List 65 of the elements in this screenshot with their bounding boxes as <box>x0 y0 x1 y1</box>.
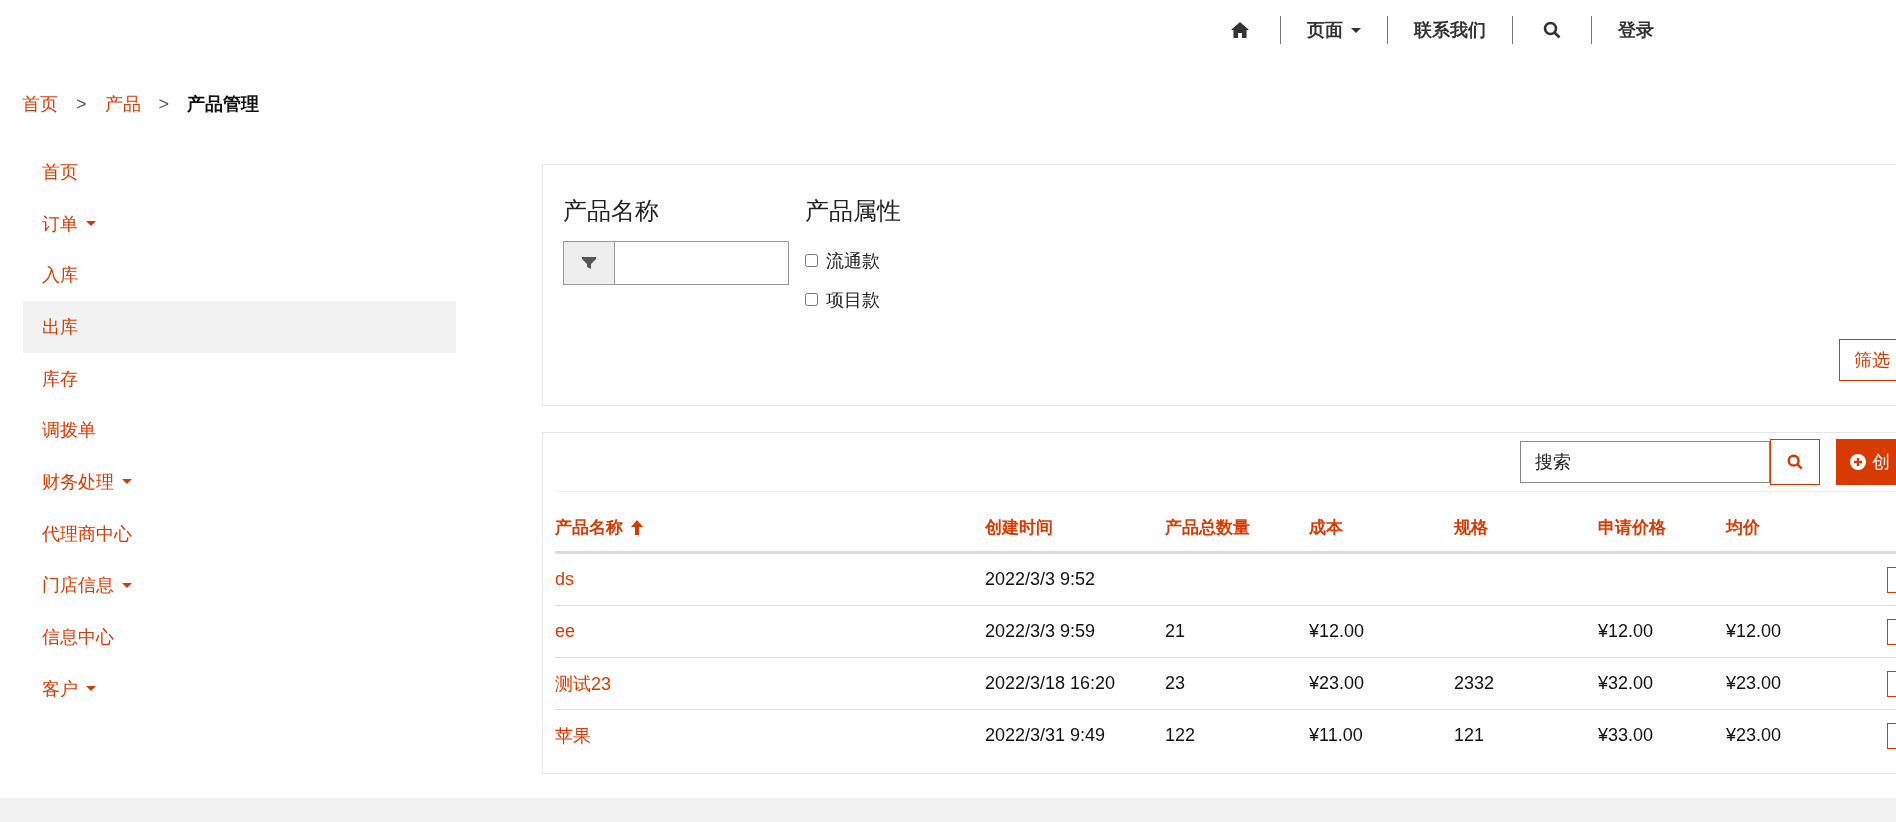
sidebar-item[interactable]: 首页 <box>23 146 456 198</box>
sidebar-item[interactable]: 出库 <box>23 301 456 353</box>
breadcrumb-separator: > <box>76 93 87 115</box>
quantity-cell-text: 122 <box>1165 725 1197 746</box>
home-icon[interactable] <box>1230 21 1250 39</box>
breadcrumb-separator: > <box>158 93 170 115</box>
product-name-link[interactable]: ee <box>555 621 985 642</box>
column-header[interactable]: 均价 <box>1726 516 1887 539</box>
column-header[interactable]: 产品名称 <box>555 516 985 539</box>
sidebar-item[interactable]: 库存 <box>23 352 456 405</box>
sidebar-item[interactable]: 门店信息 <box>23 559 456 612</box>
product-name-link[interactable]: 测试23 <box>555 671 985 696</box>
sidebar-item[interactable]: 入库 <box>23 249 456 302</box>
create-button[interactable]: 创 <box>1836 439 1896 485</box>
created-time-cell-text: 2022/3/3 9:59 <box>985 621 1097 642</box>
filter-label: 产品名称 <box>563 196 660 226</box>
spec-cell-text: 121 <box>1454 725 1486 746</box>
sidebar-item[interactable]: 调拨单 <box>23 404 456 457</box>
product-name-field[interactable] <box>563 241 789 285</box>
product-name-link[interactable]: 苹果 <box>555 723 985 748</box>
created-time-cell-text: 2022/3/31 9:49 <box>985 725 1107 746</box>
checkbox-label: 项目款 <box>826 288 880 312</box>
quantity-cell-text: 23 <box>1165 673 1187 694</box>
column-header[interactable]: 创建时间 <box>985 516 1165 539</box>
contact-link[interactable]: 联系我们 <box>1414 18 1486 42</box>
search-icon <box>1787 454 1803 470</box>
sidebar-item[interactable]: 财务处理 <box>23 456 456 508</box>
breadcrumb-link[interactable]: 首页 <box>22 92 58 116</box>
request-price-cell-text: ¥12.00 <box>1598 621 1655 642</box>
column-header[interactable]: 产品总数量 <box>1165 516 1309 539</box>
pages-menu[interactable]: 页面 <box>1307 18 1361 42</box>
breadcrumb-link[interactable]: 产品 <box>104 92 141 116</box>
sidebar-item[interactable]: 信息中心 <box>23 611 456 663</box>
cost-cell-text: ¥23.00 <box>1309 673 1366 694</box>
checkbox[interactable] <box>805 293 818 306</box>
checkbox-label: 流通款 <box>826 249 880 273</box>
created-time-cell-text: 2022/3/18 16:20 <box>985 673 1117 694</box>
search-icon[interactable] <box>1543 21 1561 39</box>
checkbox[interactable] <box>805 254 818 267</box>
plus-circle-icon <box>1850 454 1866 470</box>
sidebar-item[interactable]: 订单 <box>23 197 456 250</box>
spec-cell-text: 2332 <box>1454 673 1496 694</box>
product-name-link[interactable]: ds <box>555 569 985 590</box>
column-header[interactable]: 成本 <box>1309 516 1454 539</box>
sidebar-item[interactable]: 客户 <box>23 662 456 715</box>
cost-cell-text: ¥11.00 <box>1309 725 1364 746</box>
breadcrumb-current: 产品管理 <box>187 93 260 116</box>
avg-price-cell-text: ¥23.00 <box>1726 725 1783 746</box>
column-header[interactable]: 申请价格 <box>1598 516 1726 539</box>
avg-price-cell-text: ¥23.00 <box>1726 673 1783 694</box>
filter-button[interactable]: 筛选 <box>1839 339 1896 381</box>
request-price-cell-text: ¥32.00 <box>1598 673 1655 694</box>
request-price-cell-text: ¥33.00 <box>1598 725 1655 746</box>
search-button[interactable] <box>1770 439 1820 485</box>
avg-price-cell-text: ¥12.00 <box>1726 621 1783 642</box>
login-link[interactable]: 登录 <box>1618 18 1654 42</box>
created-time-cell-text: 2022/3/3 9:52 <box>985 569 1097 590</box>
filter-icon <box>582 256 596 270</box>
search-field[interactable]: 搜索 <box>1520 441 1770 483</box>
filter-label: 产品属性 <box>805 196 902 226</box>
quantity-cell-text: 21 <box>1165 621 1187 642</box>
arrow-up-icon <box>631 520 643 535</box>
sidebar-item[interactable]: 代理商中心 <box>23 507 456 560</box>
cost-cell-text: ¥12.00 <box>1309 621 1366 642</box>
column-header[interactable]: 规格 <box>1454 516 1598 539</box>
